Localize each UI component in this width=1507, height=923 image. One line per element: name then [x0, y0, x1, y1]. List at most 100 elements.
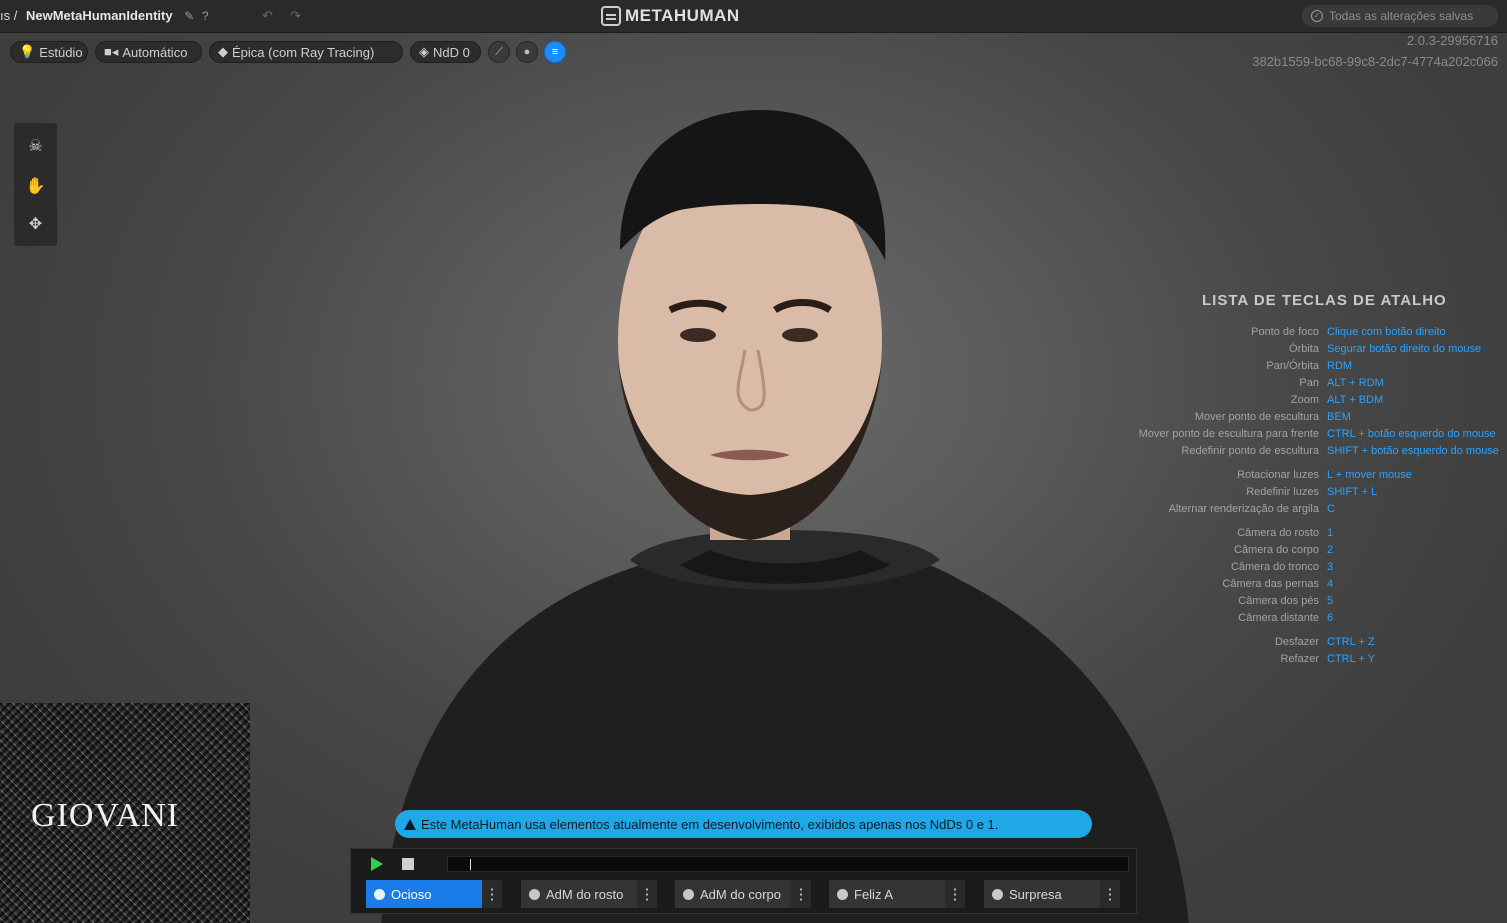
animation-button[interactable]: AdM do rosto [521, 880, 637, 908]
animation-button[interactable]: Feliz A [829, 880, 945, 908]
clay-render-toggle-icon[interactable]: ● [516, 41, 538, 63]
help-icon[interactable]: ? [202, 9, 209, 23]
animation-label: Surpresa [1009, 886, 1062, 902]
shortcut-key: Clique com botão direito [1327, 326, 1446, 338]
shortcut-row: Rotacionar luzes L + mover mouse [1130, 469, 1500, 485]
shortcut-row: Câmera das pernas 4 [1130, 578, 1500, 594]
video-camera-icon: ■◂ [104, 44, 119, 59]
animation-button[interactable]: Ocioso [366, 880, 482, 908]
shortcut-row: Câmera dos pés 5 [1130, 595, 1500, 611]
shortcut-action: Pan [1299, 377, 1319, 389]
viewport[interactable]: ıs / NewMetaHumanIdentity ✎ ? ↶ ↷ METAHU… [0, 0, 1507, 923]
lod-dropdown[interactable]: ◈ NdD 0 [410, 41, 481, 63]
shortcut-row: Câmera do corpo 2 [1130, 544, 1500, 560]
move-icon[interactable]: ✥ [14, 209, 57, 239]
surprise-icon [992, 888, 1003, 900]
shortcut-action: Pan/Órbita [1266, 360, 1319, 372]
character-head [618, 110, 886, 540]
shortcut-action: Câmera das pernas [1222, 578, 1319, 590]
sculpt-hand-icon[interactable]: ✋ [14, 171, 57, 201]
shortcut-row: Redefinir ponto de escultura SHIFT + botã… [1130, 445, 1500, 461]
skull-icon[interactable]: ☠ [14, 131, 57, 161]
lod-warning-banner: Este MetaHuman usa elementos atualmente … [395, 810, 1092, 838]
lod-label: NdD 0 [433, 44, 470, 60]
shortcut-key: CTRL + Y [1327, 653, 1375, 665]
shortcut-row: Zoom ALT + BDM [1130, 394, 1500, 410]
asset-name[interactable]: NewMetaHumanIdentity [26, 8, 173, 23]
body-rom-icon [683, 888, 694, 900]
shortcut-key: ALT + RDM [1327, 377, 1384, 389]
shortcut-row: Câmera do rosto 1 [1130, 527, 1500, 543]
lod-warning-text: Este MetaHuman usa elementos atualmente … [421, 816, 999, 832]
shortcut-row: Redefinir luzes SHIFT + L [1130, 486, 1500, 502]
animation-label: Feliz A [854, 886, 894, 902]
shortcut-key: 5 [1327, 595, 1334, 607]
edit-icon[interactable]: ✎ [184, 9, 194, 23]
shortcut-key: 4 [1327, 578, 1334, 590]
shortcut-row: Alternar renderização de argila C [1130, 503, 1500, 519]
shortcut-action: Câmera do rosto [1237, 527, 1319, 539]
shortcut-key: SHIFT + botão esquerdo do mouse [1327, 445, 1499, 457]
logo-text: METAHUMAN [625, 6, 740, 25]
animation-label: AdM do corpo [700, 886, 781, 902]
shortcut-action: Mover ponto de escultura [1194, 411, 1319, 423]
quality-dropdown[interactable]: ◆ Épica (com Ray Tracing) [209, 41, 403, 63]
overlay-toggle-icon[interactable]: ≡ [544, 41, 566, 63]
shortcut-action: Mover ponto de escultura para frente [1138, 428, 1319, 440]
breadcrumb: ıs / NewMetaHumanIdentity ✎ ? [0, 8, 209, 23]
shortcut-action: Rotacionar luzes [1237, 469, 1319, 481]
shortcut-key: CTRL + Z [1327, 636, 1375, 648]
redo-icon[interactable]: ↷ [290, 8, 301, 24]
animation-label: AdM do rosto [546, 886, 624, 902]
more-options-icon[interactable]: ⋮ [482, 880, 502, 908]
more-options-icon[interactable]: ⋮ [1100, 880, 1120, 908]
stop-icon[interactable] [402, 858, 414, 870]
undo-icon[interactable]: ↶ [262, 8, 273, 24]
shortcut-action: Redefinir luzes [1246, 486, 1319, 498]
breadcrumb-prefix[interactable]: ıs / [0, 8, 17, 23]
play-icon[interactable] [371, 857, 383, 871]
camera-label: Automático [122, 44, 188, 60]
more-options-icon[interactable]: ⋮ [791, 880, 811, 908]
warning-icon [404, 818, 416, 830]
asset-guid: 382b1559-bc68-99c8-2dc7-4774a202c066 [1252, 54, 1498, 69]
shortcut-row: Pan ALT + RDM [1130, 377, 1500, 393]
animation-timeline[interactable] [447, 856, 1129, 872]
camera-dropdown[interactable]: ■◂ Automático [95, 41, 202, 63]
more-options-icon[interactable]: ⋮ [945, 880, 965, 908]
shortcut-key: CTRL + botão esquerdo do mouse [1327, 428, 1496, 440]
shortcut-key: 3 [1327, 561, 1334, 573]
lighting-dropdown[interactable]: 💡 Estúdio [10, 41, 88, 63]
watermark-text: GIOVANI [31, 797, 180, 834]
animation-label: Ocioso [391, 886, 432, 902]
shortcut-key: Segurar botão direito do mouse [1327, 343, 1482, 355]
hair-render-toggle-icon[interactable]: ⟋ [488, 41, 510, 63]
shortcut-key: ALT + BDM [1327, 394, 1384, 406]
animation-button[interactable]: AdM do corpo [675, 880, 791, 908]
shortcut-row: Câmera do tronco 3 [1130, 561, 1500, 577]
shortcut-key: 2 [1327, 544, 1334, 556]
shortcut-key: BEM [1327, 411, 1351, 423]
timeline-playhead[interactable] [470, 859, 471, 870]
shortcut-action: Alternar renderização de argila [1168, 503, 1319, 515]
animation-button[interactable]: Surpresa [984, 880, 1100, 908]
shortcut-list-title: LISTA DE TECLAS DE ATALHO [1202, 292, 1447, 309]
shortcut-action: Câmera distante [1238, 612, 1319, 624]
quality-label: Épica (com Ray Tracing) [232, 44, 375, 60]
viewport-tool-panel: ☠ ✋ ✥ [14, 123, 57, 246]
shortcut-action: Redefinir ponto de escultura [1181, 445, 1319, 457]
shortcut-row: Refazer CTRL + Y [1130, 653, 1500, 669]
shortcut-action: Câmera dos pés [1238, 595, 1319, 607]
metahuman-logo-icon [601, 6, 621, 26]
shortcut-action: Desfazer [1274, 636, 1319, 648]
cube-icon: ◈ [419, 44, 429, 59]
top-bar: ıs / NewMetaHumanIdentity ✎ ? ↶ ↷ METAHU… [0, 0, 1507, 33]
shortcut-key: 6 [1327, 612, 1334, 624]
shortcut-action: Câmera do corpo [1234, 544, 1319, 556]
shortcut-row: Órbita Segurar botão direito do mouse [1130, 343, 1500, 359]
save-status: ✓ Todas as alterações salvas [1302, 5, 1498, 27]
more-options-icon[interactable]: ⋮ [637, 880, 657, 908]
happy-icon [837, 888, 848, 900]
version-number: 2.0.3-29956716 [1406, 33, 1498, 48]
shortcut-key: C [1327, 503, 1335, 515]
